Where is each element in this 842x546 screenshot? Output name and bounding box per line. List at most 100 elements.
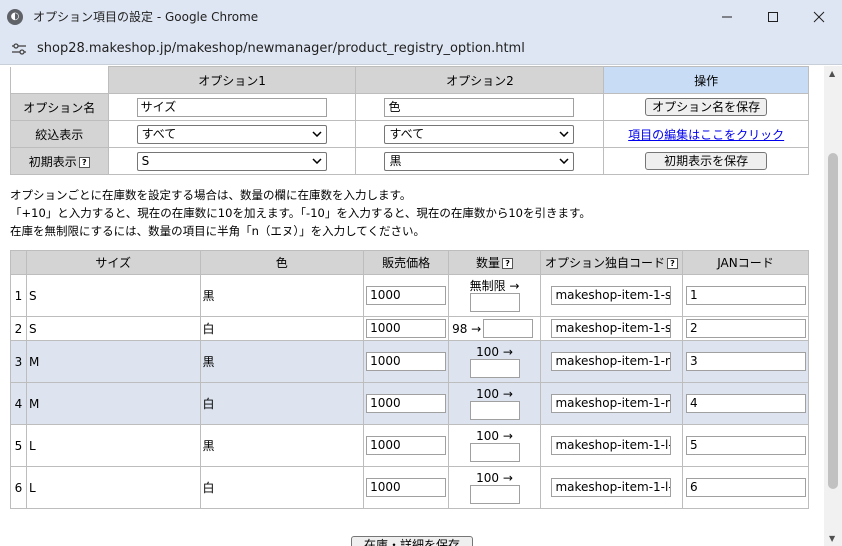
row-number: 4 xyxy=(10,382,27,425)
filter-label: 絞込表示 xyxy=(10,120,109,148)
jan-code-input[interactable]: 1 xyxy=(685,286,806,305)
help-icon[interactable]: ? xyxy=(78,156,90,168)
maximize-icon[interactable] xyxy=(750,0,796,33)
window-titlebar: ◐ オプション項目の設定 - Google Chrome xyxy=(0,0,842,33)
inv-header-no xyxy=(10,250,27,275)
scroll-down-icon[interactable]: ▼ xyxy=(829,534,835,543)
close-icon[interactable] xyxy=(796,0,842,33)
options-table: オプション1 オプション2 操作 オプション名 サイズ 色 オプション名を保存 … xyxy=(10,66,809,175)
initial-display-label: 初期表示 xyxy=(28,154,77,169)
table-row: 5 L 黒 1000 100 → makeshop-item-1-l- 5 xyxy=(10,424,810,467)
table-row: 4 M 白 1000 100 → makeshop-item-1-n 4 xyxy=(10,382,810,425)
jan-code-input[interactable]: 4 xyxy=(685,394,806,413)
options-header-blank xyxy=(10,66,109,94)
qty-input[interactable] xyxy=(469,485,520,504)
row-size: S xyxy=(25,274,201,317)
instructions: オプションごとに在庫数を設定する場合は、数量の欄に在庫数を入力します。 「+10… xyxy=(10,186,591,240)
instruction-line: オプションごとに在庫数を設定する場合は、数量の欄に在庫数を入力します。 xyxy=(10,188,412,202)
row-number: 3 xyxy=(10,340,27,383)
save-initial-display-button[interactable]: 初期表示を保存 xyxy=(645,152,768,170)
option2-initial-select[interactable]: 黒 xyxy=(384,151,575,171)
current-qty: 100 → xyxy=(476,345,513,359)
inv-header-qty-label: 数量 xyxy=(476,256,501,270)
jan-code-input[interactable]: 3 xyxy=(685,352,806,371)
option1-filter-select[interactable]: すべて xyxy=(136,124,327,144)
options-header-opt1: オプション1 xyxy=(107,66,357,94)
row-number: 5 xyxy=(10,424,27,467)
scroll-up-icon[interactable]: ▲ xyxy=(829,69,835,78)
price-input[interactable]: 1000 xyxy=(366,394,447,413)
current-qty: 100 → xyxy=(476,429,513,443)
row-size: M xyxy=(25,382,201,425)
help-icon[interactable]: ? xyxy=(502,258,514,269)
table-row: 1 S 黒 1000 無制限 → makeshop-item-1-s 1 xyxy=(10,274,810,317)
inv-header-code: オプション独自コード? xyxy=(540,250,683,275)
row-color: 黒 xyxy=(199,424,365,467)
option-code-input[interactable]: makeshop-item-1-s xyxy=(551,319,672,338)
qty-input[interactable] xyxy=(483,319,534,338)
option1-initial-select[interactable]: S xyxy=(136,151,327,171)
save-option-name-button[interactable]: オプション名を保存 xyxy=(645,98,768,116)
option-code-input[interactable]: makeshop-item-1-n xyxy=(551,394,672,413)
chevron-down-icon xyxy=(559,126,570,143)
qty-input[interactable] xyxy=(469,443,520,462)
price-input[interactable]: 1000 xyxy=(366,319,447,338)
table-row: 6 L 白 1000 100 → makeshop-item-1-l- 6 xyxy=(10,466,810,509)
option2-initial-value: 黒 xyxy=(389,153,402,168)
option-code-input[interactable]: makeshop-item-1-l- xyxy=(551,436,672,455)
minimize-icon[interactable] xyxy=(704,0,750,33)
price-input[interactable]: 1000 xyxy=(366,352,447,371)
chevron-down-icon xyxy=(312,153,322,170)
qty-input[interactable] xyxy=(469,401,520,420)
instruction-line: 在庫を無制限にするには、数量の項目に半角「n（エヌ）」を入力してください。 xyxy=(10,224,425,238)
scrollbar-thumb[interactable] xyxy=(828,153,838,489)
option-name-label: オプション名 xyxy=(10,93,109,121)
help-icon[interactable]: ? xyxy=(666,258,678,269)
option1-filter-value: すべて xyxy=(141,126,177,141)
option2-name-input[interactable]: 色 xyxy=(384,97,575,117)
inv-header-qty: 数量? xyxy=(448,250,542,275)
jan-code-input[interactable]: 5 xyxy=(685,436,806,455)
option2-filter-select[interactable]: すべて xyxy=(384,124,575,144)
price-input[interactable]: 1000 xyxy=(366,436,447,455)
table-row: 2 S 白 1000 98 → makeshop-item-1-s 2 xyxy=(10,316,810,341)
jan-code-input[interactable]: 2 xyxy=(685,319,806,338)
inv-header-size: サイズ xyxy=(25,250,201,275)
row-color: 黒 xyxy=(199,274,365,317)
jan-code-input[interactable]: 6 xyxy=(685,478,806,497)
qty-input[interactable] xyxy=(469,359,520,378)
edit-items-link[interactable]: 項目の編集はここをクリック xyxy=(628,128,784,142)
window-title: オプション項目の設定 - Google Chrome xyxy=(33,10,259,24)
inventory-table: サイズ 色 販売価格 数量? オプション独自コード? JANコード 1 S 黒 … xyxy=(10,250,810,509)
row-size: S xyxy=(25,316,201,341)
option-code-input[interactable]: makeshop-item-1-n xyxy=(551,352,672,371)
initial-display-label-cell: 初期表示? xyxy=(10,147,109,175)
address-bar: shop28.makeshop.jp/makeshop/newmanager/p… xyxy=(0,33,842,65)
row-color: 黒 xyxy=(199,340,365,383)
price-input[interactable]: 1000 xyxy=(366,478,447,497)
row-size: L xyxy=(25,466,201,509)
inv-header-jan: JANコード xyxy=(681,250,810,275)
save-inventory-button[interactable]: 在庫・詳細を保存 xyxy=(351,536,473,546)
site-settings-icon[interactable] xyxy=(10,40,28,58)
inv-header-color: 色 xyxy=(199,250,365,275)
options-header-opt2: オプション2 xyxy=(355,66,605,94)
table-row: 3 M 黒 1000 100 → makeshop-item-1-n 3 xyxy=(10,340,810,383)
current-qty: 100 → xyxy=(476,471,513,485)
current-qty: 100 → xyxy=(476,387,513,401)
option-code-input[interactable]: makeshop-item-1-l- xyxy=(551,478,672,497)
current-qty: 無制限 → xyxy=(469,279,520,293)
row-number: 2 xyxy=(10,316,27,341)
url-text[interactable]: shop28.makeshop.jp/makeshop/newmanager/p… xyxy=(37,41,525,56)
option1-name-input[interactable]: サイズ xyxy=(136,97,327,117)
row-size: L xyxy=(25,424,201,467)
window-controls xyxy=(704,0,842,33)
inv-header-code-label: オプション独自コード xyxy=(544,256,665,270)
price-input[interactable]: 1000 xyxy=(366,286,447,305)
vertical-scrollbar[interactable]: ▲ ▼ xyxy=(824,66,842,546)
qty-input[interactable] xyxy=(469,293,520,312)
row-color: 白 xyxy=(199,382,365,425)
row-color: 白 xyxy=(199,466,365,509)
option1-initial-value: S xyxy=(141,153,150,168)
option-code-input[interactable]: makeshop-item-1-s xyxy=(551,286,672,305)
